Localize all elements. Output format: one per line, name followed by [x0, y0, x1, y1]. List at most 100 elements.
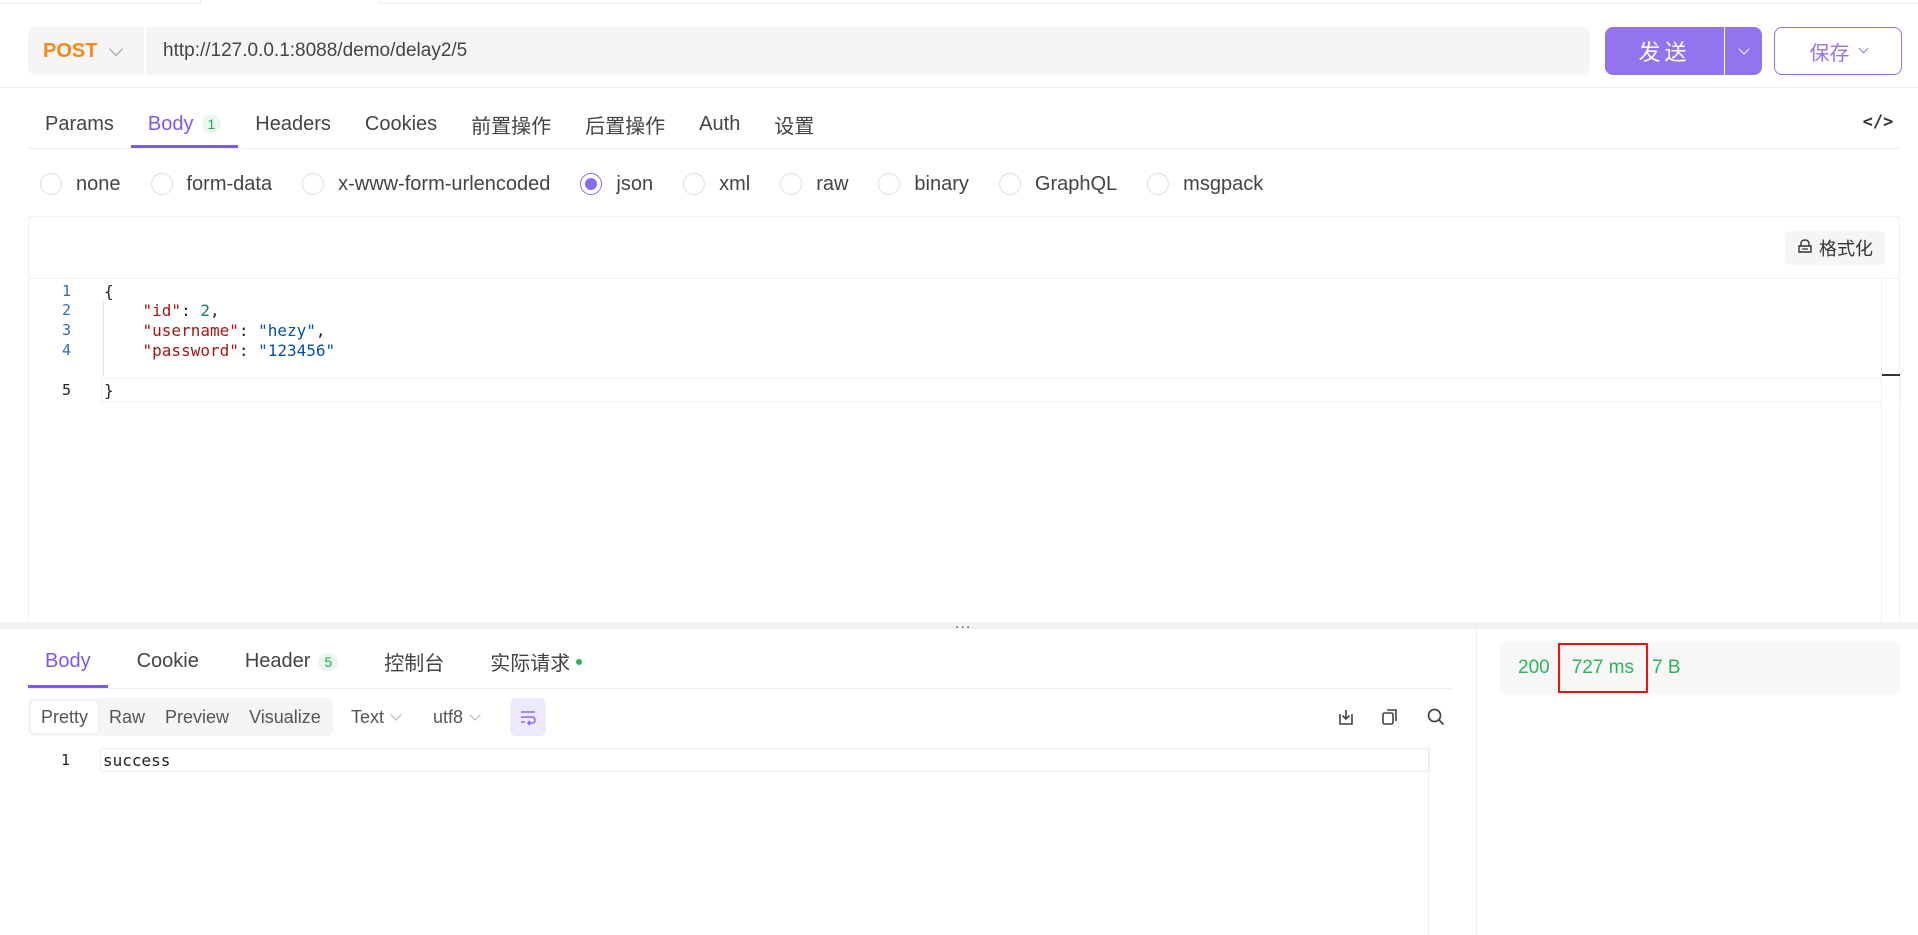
- tab-cookies[interactable]: Cookies: [348, 100, 454, 148]
- copy-icon[interactable]: [1377, 704, 1403, 730]
- body-type-none[interactable]: none: [40, 173, 121, 196]
- tab-label: Auth: [699, 112, 741, 135]
- radio-button[interactable]: [150, 173, 173, 195]
- radio-label: xml: [719, 172, 751, 195]
- status-code: 200: [1518, 657, 1550, 678]
- code-icon[interactable]: </>: [1862, 106, 1894, 138]
- code-text: "username": "hezy",: [142, 320, 326, 340]
- code-line: 4 "password": "123456": [29, 338, 335, 362]
- count-badge: 1: [201, 115, 222, 133]
- request-body-editor: 格式化 1 { 2 "id": 2, 3 "username": "hezy",…: [28, 216, 1901, 626]
- url-input[interactable]: [146, 27, 1590, 75]
- radio-button[interactable]: [998, 173, 1021, 195]
- divider: [1476, 629, 1477, 935]
- response-tab-header[interactable]: Header 5: [228, 635, 355, 688]
- code-line: 1 success: [28, 748, 170, 772]
- line-number: 4: [61, 341, 71, 359]
- tab-label: Params: [45, 112, 114, 135]
- view-mode-raw[interactable]: Raw: [99, 700, 155, 734]
- response-body-viewer[interactable]: 1 success: [28, 744, 1452, 935]
- body-type-raw[interactable]: raw: [780, 173, 848, 196]
- radio-button[interactable]: [780, 173, 803, 195]
- tab-label: 设置: [774, 115, 815, 138]
- format-label: 格式化: [1819, 239, 1873, 259]
- tab-headers[interactable]: Headers: [238, 100, 348, 148]
- format-select[interactable]: Text: [351, 698, 402, 736]
- view-mode-visualize[interactable]: Visualize: [239, 700, 331, 734]
- top-tab-strip: [0, 0, 1918, 4]
- json-key: "password": [142, 340, 239, 360]
- editor-scrollbar[interactable]: [1881, 279, 1900, 625]
- response-tab-cookie[interactable]: Cookie: [120, 635, 216, 688]
- send-options-button[interactable]: [1725, 27, 1762, 75]
- send-button[interactable]: 发送: [1605, 27, 1724, 75]
- line-number: 1: [60, 751, 70, 769]
- radio-label: binary: [914, 172, 969, 195]
- tab-post-request[interactable]: 后置操作: [568, 100, 682, 148]
- status-dot: [576, 658, 583, 665]
- chevron-down-icon: [109, 41, 124, 56]
- response-tab-body[interactable]: Body: [28, 635, 108, 688]
- tab-label: Body: [45, 650, 91, 672]
- body-type-form-data[interactable]: form-data: [150, 172, 273, 196]
- tab-params[interactable]: Params: [28, 100, 131, 148]
- download-icon[interactable]: [1333, 704, 1359, 730]
- body-type-binary[interactable]: binary: [878, 172, 969, 196]
- response-tabs: Body Cookie Header 5 控制台 实际请求: [28, 635, 611, 688]
- response-stats: 200 727 ms 7 B: [1500, 642, 1900, 694]
- body-type-json[interactable]: json: [580, 173, 653, 196]
- view-mode-preview[interactable]: Preview: [155, 700, 239, 734]
- chevron-down-icon: [1858, 43, 1868, 54]
- tab-settings[interactable]: 设置: [757, 100, 831, 148]
- method-select[interactable]: POST: [28, 27, 146, 75]
- radio-label: GraphQL: [1034, 172, 1118, 195]
- encoding-select-value: utf8: [433, 706, 464, 727]
- response-size: 7 B: [1652, 657, 1681, 678]
- format-button[interactable]: 格式化: [1785, 231, 1885, 265]
- chevron-down-icon: [1737, 42, 1750, 55]
- code-text: "id": 2,: [142, 300, 220, 320]
- radio-button-checked[interactable]: [580, 173, 603, 195]
- code-editor[interactable]: 1 { 2 "id": 2, 3 "username": "hezy", 4 "…: [29, 279, 1901, 625]
- response-tab-actual-request[interactable]: 实际请求: [473, 635, 599, 688]
- json-key: "username": [142, 320, 239, 340]
- radio-button[interactable]: [40, 173, 62, 195]
- code-text: }: [104, 381, 114, 400]
- format-select-value: Text: [351, 706, 385, 727]
- json-string: "hezy": [258, 320, 316, 340]
- tab-body[interactable]: Body 1: [130, 100, 239, 148]
- search-icon[interactable]: [1423, 704, 1449, 730]
- response-tab-console[interactable]: 控制台: [367, 635, 461, 688]
- divider: [28, 148, 1900, 149]
- body-type-xml[interactable]: xml: [683, 173, 750, 196]
- radio-button[interactable]: [878, 173, 901, 195]
- body-type-msgpack[interactable]: msgpack: [1147, 173, 1263, 196]
- tab-auth[interactable]: Auth: [682, 100, 757, 148]
- response-scrollbar[interactable]: [1428, 744, 1452, 935]
- body-type-urlencoded[interactable]: x-www-form-urlencoded: [302, 173, 550, 196]
- line-number: 2: [61, 301, 71, 319]
- radio-label: form-data: [186, 172, 273, 195]
- active-document-tab[interactable]: [200, 0, 380, 4]
- json-number: 2: [200, 300, 210, 320]
- radio-label: raw: [816, 172, 849, 195]
- radio-button[interactable]: [1147, 173, 1170, 195]
- body-type-graphql[interactable]: GraphQL: [998, 172, 1118, 196]
- url-bar: POST: [28, 27, 1590, 75]
- view-mode-pretty[interactable]: Pretty: [30, 700, 100, 734]
- encoding-select[interactable]: utf8: [433, 698, 481, 736]
- radio-label: none: [76, 172, 121, 195]
- chevron-down-icon: [390, 708, 402, 721]
- body-type-radio-group: none form-data x-www-form-urlencoded jso…: [40, 168, 1293, 200]
- tab-pre-request[interactable]: 前置操作: [454, 100, 568, 148]
- count-badge: 5: [318, 652, 339, 671]
- tab-label: Headers: [255, 112, 331, 135]
- save-button[interactable]: 保存: [1774, 27, 1902, 75]
- radio-button[interactable]: [683, 173, 706, 195]
- word-wrap-icon[interactable]: [510, 698, 546, 736]
- drag-handle-icon[interactable]: ...: [955, 615, 971, 633]
- save-label: 保存: [1809, 42, 1850, 65]
- radio-button[interactable]: [302, 173, 325, 195]
- code-line: 5 }: [29, 378, 114, 402]
- editor-toolbar: 格式化: [29, 217, 1899, 279]
